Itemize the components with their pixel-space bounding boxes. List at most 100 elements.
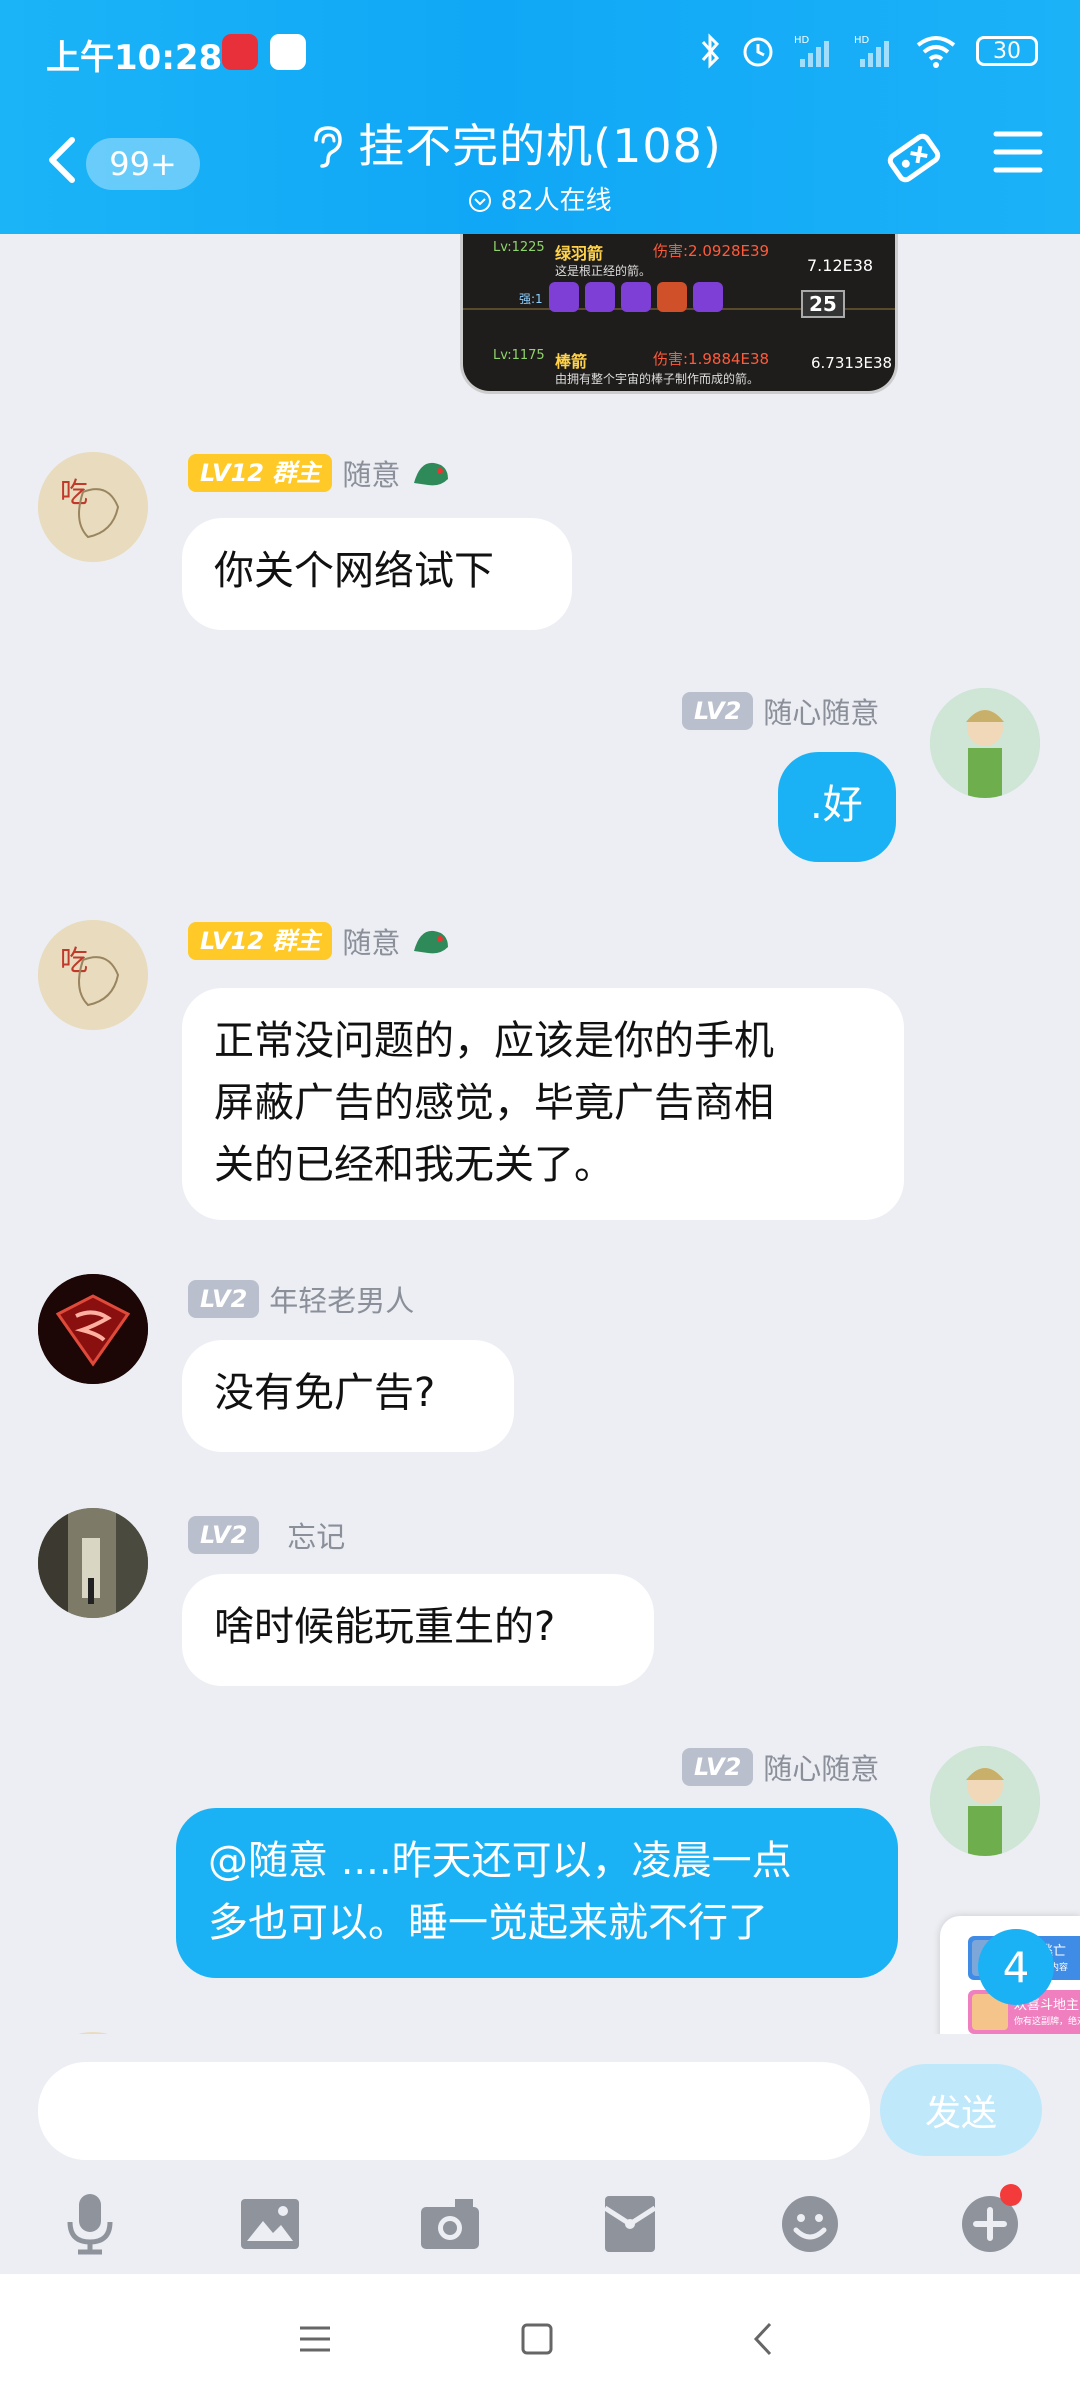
item-damage: 伤害:2.0928E39 <box>653 242 770 260</box>
input-toolbar <box>0 2184 1080 2264</box>
message-bubble[interactable]: 正常没问题的，应该是你的手机 屏蔽广告的感觉，毕竟广告商相 关的已经和我无关了。 <box>182 988 904 1220</box>
level-text: LV2 <box>694 697 742 725</box>
sender-meta: LV2 随心随意 <box>682 1746 879 1788</box>
level-text: LV2 <box>200 1521 248 1549</box>
item-level: Lv:1225 <box>493 240 545 255</box>
level-text: LV2 <box>694 1753 742 1781</box>
level-badge: LV12 群主 <box>188 454 333 492</box>
message-line: 正常没问题的，应该是你的手机 <box>214 1018 774 1064</box>
item-slots <box>549 282 723 312</box>
message-line: 屏蔽广告的感觉，毕竟广告商相 <box>214 1080 774 1126</box>
avatar-illustration <box>930 688 1040 798</box>
sender-name[interactable]: 随意 <box>342 920 400 962</box>
avatar[interactable] <box>38 1274 148 1384</box>
item-level: Lv:1175 <box>493 348 545 363</box>
item-count: 25 <box>801 290 845 318</box>
role-text: 群主 <box>272 459 321 487</box>
role-text: 群主 <box>272 927 321 955</box>
image-message[interactable]: Lv:1225 绿羽箭 伤害:2.0928E39 这是根正经的箭。 强:1 7.… <box>460 234 898 394</box>
item-name: 棒箭 <box>555 352 588 371</box>
message-input[interactable] <box>38 2062 870 2160</box>
app-header: 上午10:28 HD HD 30 99+ 挂不完的机(108) 82人在线 <box>0 0 1080 234</box>
chat-message-list[interactable]: Lv:1225 绿羽箭 伤害:2.0928E39 这是根正经的箭。 强:1 7.… <box>0 234 1080 2034</box>
back-icon[interactable] <box>44 136 80 184</box>
my-avatar[interactable] <box>930 688 1040 798</box>
level-text: LV2 <box>200 1285 248 1313</box>
avatar[interactable] <box>38 1508 148 1618</box>
level-badge: LV12 群主 <box>188 922 333 960</box>
red-packet-button[interactable] <box>590 2184 670 2264</box>
my-message-bubble[interactable]: @随意 ....昨天还可以，凌晨一点 多也可以。睡一觉起来就不行了 <box>176 1808 898 1978</box>
message-bubble[interactable]: 没有免广告? <box>182 1340 514 1452</box>
svg-text:HD: HD <box>854 35 870 46</box>
item-value: 6.7313E38 <box>811 354 893 372</box>
recents-icon[interactable] <box>290 2314 340 2364</box>
item-name: 绿羽箭 <box>555 244 604 263</box>
message-bubble[interactable]: 你关个网络试下 <box>182 518 572 630</box>
sender-name[interactable]: 随意 <box>342 452 400 494</box>
system-navigation-bar <box>0 2274 1080 2400</box>
back-nav-icon[interactable] <box>740 2314 790 2364</box>
sender-meta: LV2 忘记 <box>188 1514 345 1556</box>
game-item-row: Lv:1175 棒箭 伤害:1.9884E38 由拥有整个宇宙的棒子制作而成的箭… <box>463 346 895 391</box>
item-desc: 由拥有整个宇宙的棒子制作而成的箭。 <box>555 372 760 386</box>
level-badge: LV2 <box>682 1748 754 1786</box>
online-count: 82人在线 <box>500 186 612 216</box>
red-packet-icon <box>603 2196 657 2252</box>
netease-music-icon <box>222 34 258 70</box>
my-message-bubble[interactable]: .好 <box>778 752 896 862</box>
level-badge: LV2 <box>682 692 754 730</box>
more-button[interactable] <box>950 2184 1030 2264</box>
header-actions <box>882 126 1044 190</box>
group-title: 挂不完的机(108) <box>358 119 722 173</box>
voice-button[interactable] <box>50 2184 130 2264</box>
new-message-count: 4 <box>1002 1942 1030 1992</box>
online-status: 82人在线 <box>300 180 780 217</box>
alarm-icon <box>743 37 773 67</box>
sender-name[interactable]: 随心随意 <box>763 1746 879 1788</box>
menu-icon[interactable] <box>992 126 1044 178</box>
avatar-illustration <box>38 1274 148 1384</box>
message-text: 你关个网络试下 <box>214 548 494 594</box>
sender-meta: LV2 年轻老男人 <box>188 1278 414 1320</box>
level-text: LV12 <box>200 927 264 955</box>
avatar-illustration <box>38 1508 148 1618</box>
sender-name[interactable]: 随心随意 <box>763 690 879 732</box>
sender-name[interactable]: 忘记 <box>287 1514 345 1556</box>
level-badge: LV2 <box>188 1280 260 1318</box>
message-line: @随意 ....昨天还可以，凌晨一点 <box>208 1838 792 1884</box>
unread-count: 99+ <box>109 145 177 183</box>
unread-count-badge[interactable]: 99+ <box>86 138 200 190</box>
battery-icon: 30 <box>976 36 1038 66</box>
image-button[interactable] <box>230 2184 310 2264</box>
game-item-row: Lv:1225 绿羽箭 伤害:2.0928E39 这是根正经的箭。 强:1 7.… <box>463 234 895 318</box>
battery-level: 30 <box>993 38 1021 64</box>
bluetooth-icon <box>701 33 720 69</box>
sender-name[interactable]: 年轻老男人 <box>269 1278 414 1320</box>
new-message-count-button[interactable]: 4 <box>978 1929 1054 2005</box>
item-damage: 伤害:1.9884E38 <box>653 350 770 368</box>
sender-meta: LV2 随心随意 <box>682 690 879 732</box>
my-avatar[interactable] <box>930 1746 1040 1856</box>
tag-icon[interactable] <box>882 126 946 190</box>
message-line: 关的已经和我无关了。 <box>214 1142 614 1188</box>
signal-hd-icon: HD <box>854 35 889 67</box>
avatar-illustration: 吃 <box>38 452 148 562</box>
status-time: 上午10:28 <box>46 38 223 78</box>
item-desc: 这是根正经的箭。 <box>555 264 652 278</box>
send-button[interactable]: 发送 <box>880 2064 1042 2156</box>
emoji-button[interactable] <box>770 2184 850 2264</box>
camera-button[interactable] <box>410 2184 490 2264</box>
chat-title-block[interactable]: 挂不完的机(108) 82人在线 <box>300 110 780 217</box>
message-bubble[interactable]: 啥时候能玩重生的? <box>182 1574 654 1686</box>
home-icon[interactable] <box>512 2314 562 2364</box>
avatar[interactable]: 吃 <box>38 452 148 562</box>
dragon-icon <box>414 930 449 954</box>
item-tag: 强:1 <box>519 292 543 306</box>
send-label: 发送 <box>924 2093 997 2134</box>
avatar[interactable]: 吃 <box>38 920 148 1030</box>
message-text: .好 <box>810 782 863 828</box>
signal-hd-icon: HD <box>794 35 829 67</box>
sender-meta: LV12 群主 随意 <box>188 920 452 962</box>
app-icon <box>270 34 306 70</box>
